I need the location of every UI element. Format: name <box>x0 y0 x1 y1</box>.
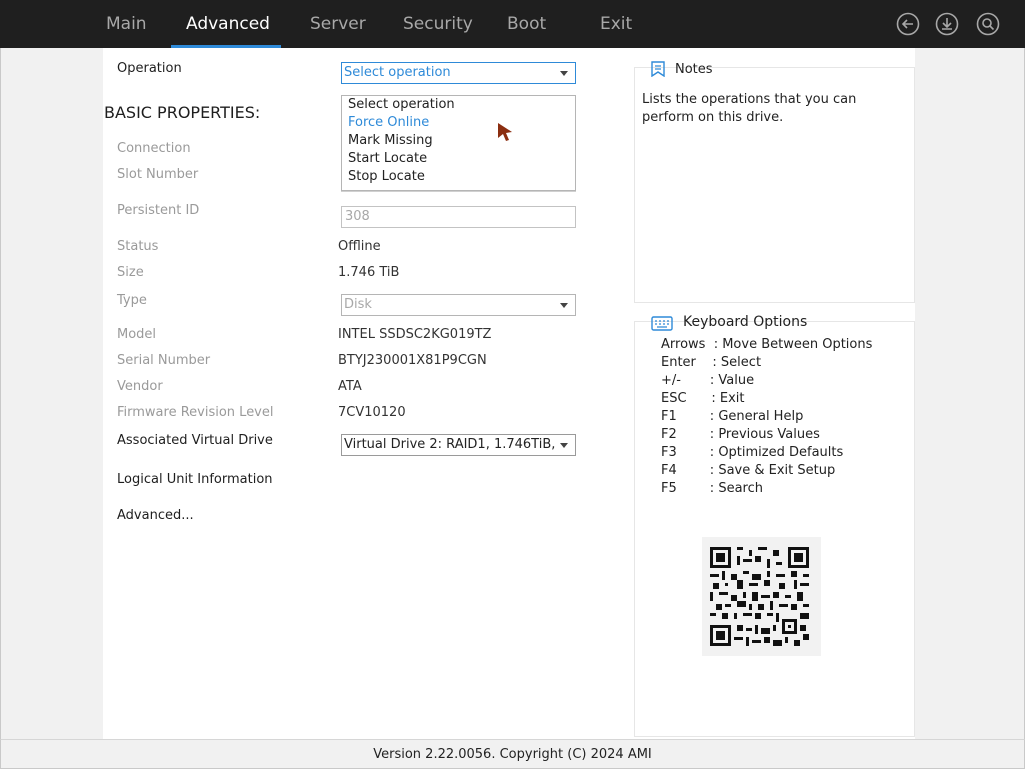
dropdown-option-stop-locate[interactable]: Stop Locate <box>348 169 425 184</box>
vendor-label: Vendor <box>117 379 163 394</box>
serial-number-value: BTYJ230001X81P9CGN <box>338 353 487 368</box>
operation-label: Operation <box>117 61 182 76</box>
chevron-down-icon <box>560 443 568 448</box>
advanced-link[interactable]: Advanced... <box>117 508 194 523</box>
tab-security[interactable]: Security <box>403 0 473 48</box>
model-label: Model <box>117 327 157 342</box>
type-label: Type <box>117 293 147 308</box>
top-navigation-bar: Main Advanced Server Security Boot Exit <box>0 0 1025 48</box>
persistent-id-field: 308 <box>341 206 576 228</box>
section-heading: BASIC PROPERTIES: <box>104 103 261 122</box>
active-tab-indicator <box>171 45 281 48</box>
associated-vd-label: Associated Virtual Drive <box>117 433 273 448</box>
type-select-value: Disk <box>344 297 372 312</box>
operation-select[interactable]: Select operation <box>341 62 576 84</box>
connection-label: Connection <box>117 141 191 156</box>
footer-version: Version 2.22.0056. Copyright (C) 2024 AM… <box>0 739 1025 769</box>
firmware-value: 7CV10120 <box>338 405 406 420</box>
notes-text: Lists the operations that you can perfor… <box>642 92 857 125</box>
dropdown-option-start-locate[interactable]: Start Locate <box>348 151 427 166</box>
notes-panel: Notes Lists the operations that you can … <box>634 61 915 303</box>
model-value: INTEL SSDSC2KG019TZ <box>338 327 492 342</box>
persistent-id-label: Persistent ID <box>117 203 200 218</box>
kb-line-f5: F5 : Search <box>661 481 763 496</box>
size-value: 1.746 TiB <box>338 265 400 280</box>
chevron-down-icon <box>560 71 568 76</box>
operation-select-value: Select operation <box>344 65 451 80</box>
right-margin <box>915 48 1025 739</box>
back-icon[interactable] <box>896 12 920 36</box>
kb-line-f4: F4 : Save & Exit Setup <box>661 463 836 478</box>
logical-unit-info-link[interactable]: Logical Unit Information <box>117 472 273 487</box>
status-value: Offline <box>338 239 381 254</box>
mouse-cursor-icon <box>497 122 515 142</box>
type-select: Disk <box>341 294 576 316</box>
search-icon[interactable] <box>976 12 1000 36</box>
kb-line-arrows: Arrows : Move Between Options <box>661 337 873 352</box>
keyboard-options-title: Keyboard Options <box>683 314 808 330</box>
serial-number-label: Serial Number <box>117 353 211 368</box>
operation-dropdown-list: Select operation Force Online Mark Missi… <box>341 95 576 191</box>
keyboard-options-panel: Keyboard Options Arrows : Move Between O… <box>634 314 915 737</box>
qr-code <box>702 537 821 656</box>
associated-vd-select[interactable]: Virtual Drive 2: RAID1, 1.746TiB, <box>341 434 576 456</box>
kb-line-enter: Enter : Select <box>661 355 762 370</box>
kb-line-esc: ESC : Exit <box>661 391 745 406</box>
left-margin <box>0 48 103 739</box>
slot-number-label: Slot Number <box>117 167 199 182</box>
keyboard-icon <box>651 316 673 331</box>
dropdown-option-force-online[interactable]: Force Online <box>348 115 429 130</box>
tab-exit[interactable]: Exit <box>600 0 632 48</box>
tab-boot[interactable]: Boot <box>507 0 546 48</box>
dropdown-option-mark-missing[interactable]: Mark Missing <box>348 133 433 148</box>
size-label: Size <box>117 265 144 280</box>
notes-title: Notes <box>675 62 713 77</box>
notes-icon <box>651 61 665 77</box>
tab-advanced[interactable]: Advanced <box>186 0 270 48</box>
tab-main[interactable]: Main <box>106 0 147 48</box>
tab-server[interactable]: Server <box>310 0 366 48</box>
status-label: Status <box>117 239 159 254</box>
vendor-value: ATA <box>338 379 362 394</box>
firmware-label: Firmware Revision Level <box>117 405 274 420</box>
kb-line-value: +/- : Value <box>661 373 755 388</box>
kb-line-f3: F3 : Optimized Defaults <box>661 445 844 460</box>
kb-line-f1: F1 : General Help <box>661 409 804 424</box>
download-icon[interactable] <box>935 12 959 36</box>
chevron-down-icon <box>560 303 568 308</box>
kb-line-f2: F2 : Previous Values <box>661 427 820 442</box>
associated-vd-value: Virtual Drive 2: RAID1, 1.746TiB, <box>344 437 556 452</box>
dropdown-option-select-operation[interactable]: Select operation <box>348 97 455 112</box>
